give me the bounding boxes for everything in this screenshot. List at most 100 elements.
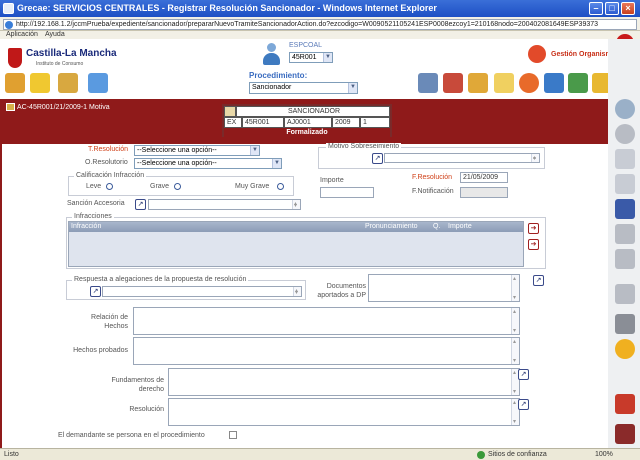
- importe-field[interactable]: [320, 187, 374, 198]
- books-icon[interactable]: [443, 73, 463, 93]
- jccm-shield-icon: [8, 48, 22, 68]
- globe-icon[interactable]: [519, 73, 539, 93]
- notes-icon[interactable]: [494, 73, 514, 93]
- documentos-lookup-button[interactable]: ↗: [533, 275, 544, 286]
- leve-radio[interactable]: [106, 183, 113, 190]
- scrollbar[interactable]: [292, 200, 300, 209]
- computer-icon[interactable]: [418, 73, 438, 93]
- t-resolucion-select[interactable]: --Seleccione una opción-- ▼: [134, 145, 260, 156]
- print-preview-icon[interactable]: [615, 284, 635, 304]
- muy-grave-radio[interactable]: [277, 183, 284, 190]
- tools-red-icon[interactable]: [615, 394, 635, 414]
- window-title: Grecae: SERVICIOS CENTRALES - Registrar …: [17, 3, 437, 13]
- search-docs-icon[interactable]: [544, 73, 564, 93]
- exp-cell: 2009: [332, 117, 360, 128]
- documentos-label: Documentos aportados a DP: [317, 283, 366, 299]
- resolucion-field[interactable]: [168, 398, 520, 426]
- scrollbar[interactable]: [293, 287, 301, 296]
- chevron-down-icon: ▼: [323, 53, 332, 62]
- hechos-field[interactable]: [133, 337, 520, 365]
- col-q[interactable]: Q.: [433, 222, 440, 232]
- back-icon[interactable]: [615, 124, 635, 144]
- infracciones-table[interactable]: Infracción Pronunciamiento Q. Importe: [68, 221, 524, 267]
- fundamentos-field[interactable]: [168, 368, 520, 396]
- printer-icon[interactable]: [615, 314, 635, 334]
- close-button[interactable]: ×: [621, 2, 635, 15]
- exp-cell: AJ0001: [284, 117, 332, 128]
- menu-aplicacion[interactable]: Aplicación: [6, 31, 38, 38]
- motivo-label: Motivo Sobreseimiento: [326, 143, 402, 150]
- menu-ayuda[interactable]: Ayuda: [45, 31, 65, 38]
- importe-label: Importe: [320, 177, 344, 184]
- folder-search-icon[interactable]: [30, 73, 50, 93]
- espc-select[interactable]: 45R001 ▼: [289, 52, 333, 63]
- exp-cell: 45R001: [242, 117, 284, 128]
- document-icon[interactable]: [615, 149, 635, 169]
- respuesta-field[interactable]: [102, 286, 302, 297]
- tools-icon[interactable]: [568, 73, 588, 93]
- relacion-label: Relación de Hechos: [91, 314, 128, 330]
- remove-infraccion-button[interactable]: ➔: [528, 239, 539, 250]
- procedimiento-label: Procedimiento:: [249, 71, 308, 80]
- scrollbar[interactable]: [531, 154, 539, 162]
- respuesta-label: Respuesta a alegaciones de la propuesta …: [72, 276, 249, 283]
- col-pronunciamiento[interactable]: Pronunciamiento: [365, 222, 418, 232]
- chevron-down-icon: ▼: [348, 83, 357, 93]
- scrollbar[interactable]: [511, 338, 519, 364]
- procedimiento-value: Sancionador: [252, 84, 292, 91]
- sancion-label: Sanción Accesoria: [67, 200, 125, 207]
- motivo-field[interactable]: [384, 153, 540, 163]
- ie-icon: [5, 21, 13, 29]
- add-infraccion-button[interactable]: ➜: [528, 223, 539, 234]
- url-field[interactable]: http://192.168.1.2/jccmPrueba/expediente…: [3, 19, 637, 30]
- clipboard-icon[interactable]: [615, 249, 635, 269]
- maximize-button[interactable]: □: [605, 2, 619, 15]
- demandante-checkbox[interactable]: [229, 431, 237, 439]
- motivo-lookup-button[interactable]: ↗: [372, 153, 383, 164]
- copy-icon[interactable]: [615, 174, 635, 194]
- exp-cell: 1: [360, 117, 390, 128]
- scrollbar[interactable]: [511, 275, 519, 301]
- resolucion-label: Resolución: [129, 406, 164, 413]
- action-sidebar: [608, 39, 640, 449]
- exit-icon[interactable]: [615, 424, 635, 444]
- browser-icon: [3, 3, 14, 14]
- resolucion-lookup-button[interactable]: ↗: [518, 399, 529, 410]
- leve-label: Leve: [86, 183, 102, 190]
- logo-title: Castilla-La Mancha: [26, 48, 117, 59]
- menu-bar: Aplicación Ayuda: [0, 31, 640, 39]
- home-icon[interactable]: [5, 73, 25, 93]
- settings-icon[interactable]: [615, 339, 635, 359]
- save-disk-icon[interactable]: [615, 199, 635, 219]
- sancion-lookup-button[interactable]: ↗: [135, 199, 146, 210]
- infracciones-label: Infracciones: [72, 213, 114, 220]
- o-resolutorio-value: --Seleccione una opción--: [137, 160, 217, 167]
- f-notificacion-label: F.Notificación: [412, 188, 454, 195]
- documentos-field[interactable]: [368, 274, 520, 302]
- save-icon[interactable]: [88, 73, 108, 93]
- sancion-field[interactable]: [148, 199, 301, 210]
- scrollbar[interactable]: [511, 308, 519, 334]
- zoom-level[interactable]: 100%: [595, 451, 613, 458]
- minimize-button[interactable]: –: [589, 2, 603, 15]
- f-resolucion-field[interactable]: 21/05/2009: [460, 172, 508, 183]
- o-resolutorio-select[interactable]: --Seleccione una opción-- ▼: [134, 158, 282, 169]
- cut-icon[interactable]: [615, 224, 635, 244]
- status-badge: Formalizado: [224, 128, 390, 137]
- folder-icon[interactable]: [58, 73, 78, 93]
- f-notificacion-field[interactable]: [460, 187, 508, 198]
- grave-radio[interactable]: [174, 183, 181, 190]
- organismo-link[interactable]: Gestión Organismo: [551, 51, 616, 58]
- documents-icon[interactable]: [468, 73, 488, 93]
- respuesta-lookup-button[interactable]: ↗: [90, 286, 101, 297]
- procedimiento-select[interactable]: Sancionador ▼: [249, 82, 358, 94]
- zoom-icon[interactable]: [615, 99, 635, 119]
- espc-value: 45R001: [292, 54, 317, 61]
- fundamentos-lookup-button[interactable]: ↗: [518, 369, 529, 380]
- chevron-down-icon: ▼: [272, 159, 281, 168]
- organismo-icon[interactable]: [528, 45, 546, 63]
- col-infraccion[interactable]: Infracción: [71, 222, 101, 232]
- col-importe[interactable]: Importe: [448, 222, 472, 232]
- relacion-field[interactable]: [133, 307, 520, 335]
- trusted-zone-icon: [477, 451, 485, 459]
